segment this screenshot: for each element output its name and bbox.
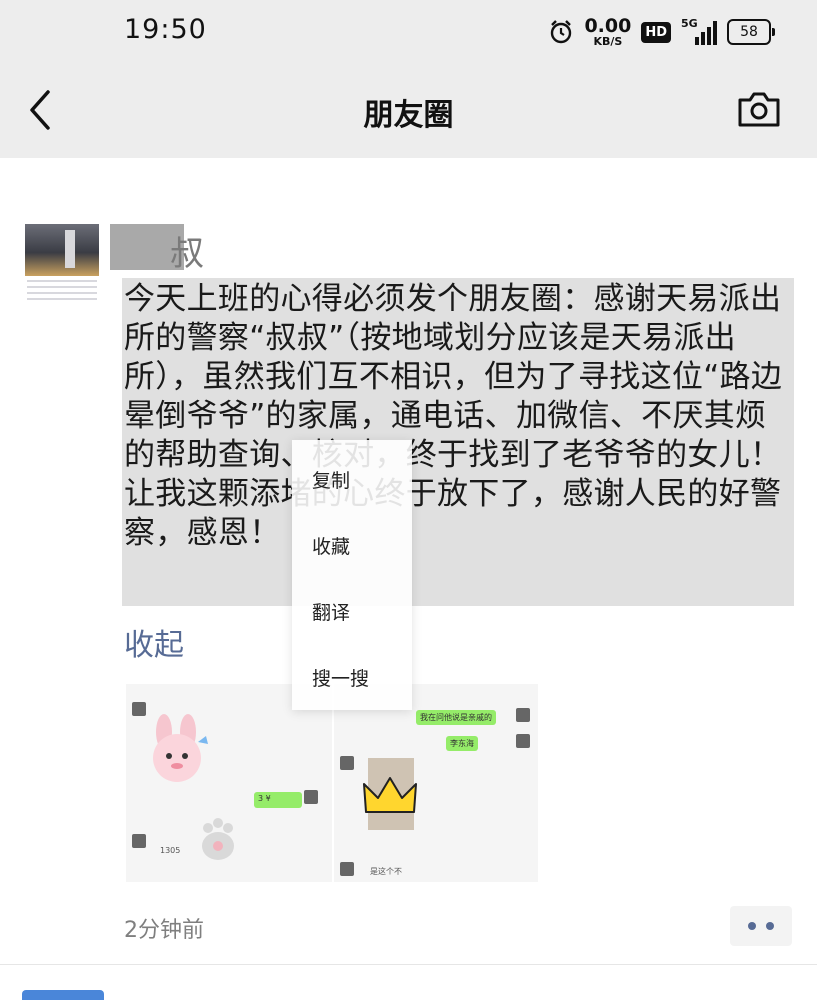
dot-icon [748,922,756,930]
battery-icon: 58 [727,19,775,45]
status-time: 19:50 [124,14,207,45]
collapse-link[interactable]: 收起 [124,620,184,664]
author-avatar[interactable] [25,224,99,310]
network-speed: 0.00 KB/S [584,15,632,48]
avatar-caption-lines [27,280,97,304]
paw-sticker-icon [202,818,234,860]
menu-item-favorite[interactable]: 收藏 [312,532,350,559]
menu-item-translate[interactable]: 翻译 [312,598,350,625]
post-image-2[interactable]: 我在问他说是亲戚的 李东海 是这个不 [334,684,538,882]
status-icons: 0.00 KB/S HD 5G 58 [548,14,775,50]
chat-bubble: 我在问他说是亲戚的 [416,710,496,725]
next-post-avatar[interactable] [22,990,104,1000]
context-menu: 复制 收藏 翻译 搜一搜 [292,440,412,710]
post-time: 2分钟前 [124,918,204,943]
chat-caption: 是这个不 [370,867,402,876]
post-text[interactable]: 今天上班的心得必须发个朋友圈：感谢天易派出所的警察“叔叔”（按地域划分应该是天易… [124,280,788,553]
more-actions-button[interactable] [730,906,792,946]
alarm-icon [551,20,572,44]
avatar-photo [25,224,99,276]
chat-bubble: 3 ¥ [254,792,302,808]
chat-caption: 1305 [160,846,181,855]
post-image-1[interactable]: 3 ¥ 1305 [126,684,332,882]
bunny-sticker-icon [153,714,208,782]
divider [0,964,817,965]
signal-icon: 5G [681,17,717,45]
camera-icon[interactable] [737,90,781,128]
menu-item-copy[interactable]: 复制 [312,466,350,493]
battery-level: 58 [740,24,758,40]
dot-icon [766,922,774,930]
page-title: 朋友圈 [363,98,454,133]
hd-badge: HD [641,21,671,43]
author-name[interactable]: 叔 [170,226,204,275]
nav-bar: 朋友圈 [0,64,817,158]
crown-sticker-icon [363,777,417,813]
chat-bubble: 李东海 [446,736,478,751]
menu-item-search[interactable]: 搜一搜 [312,664,369,691]
status-bar: 19:50 0.00 KB/S HD 5G 58 [0,0,817,64]
